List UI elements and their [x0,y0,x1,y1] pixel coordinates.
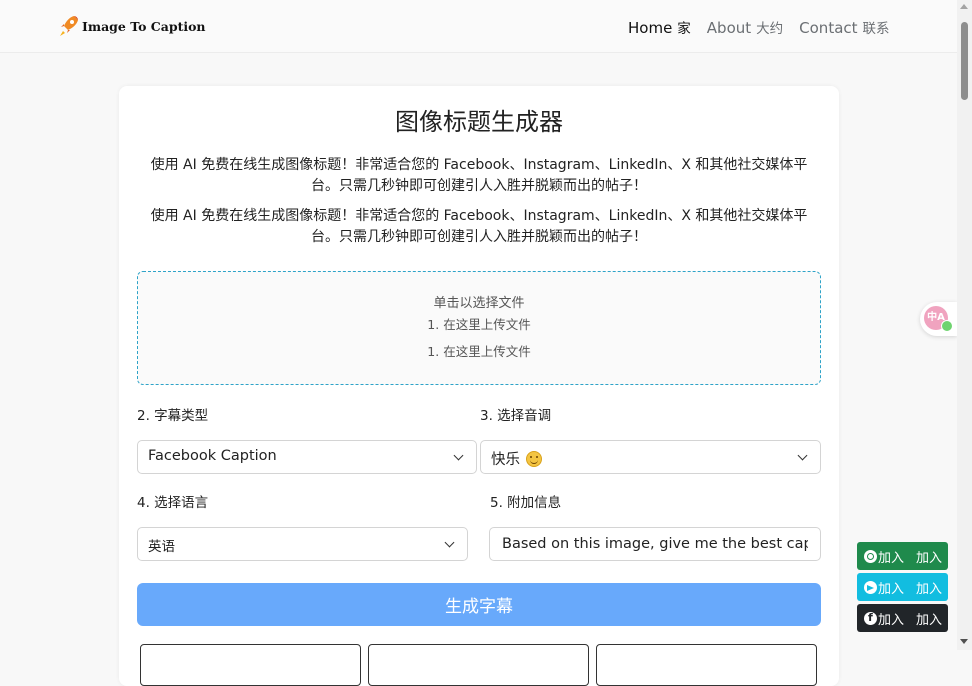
nav-about-cn: 大约 [756,21,784,37]
page-scrollbar[interactable] [957,0,972,650]
join-telegram-button[interactable]: 加入 加入 [857,573,948,601]
nav-about[interactable]: About 大约 [707,17,783,37]
facebook-icon [864,611,877,625]
language-value: 英语 [148,539,175,555]
chevron-down-icon [444,537,455,548]
upload-hint: 1. 在这里上传文件 [427,317,531,332]
brand-name: Image To Caption [82,18,206,34]
join-telegram-label-2: 加入 [916,581,943,597]
upload-prompt: 单击以选择文件 [433,296,525,311]
generate-caption-button[interactable]: 生成字幕 [137,583,821,626]
join-whatsapp-button[interactable]: 加入 加入 [857,542,948,570]
nav-home-cn: 家 [677,21,691,37]
check-badge-icon [941,320,953,332]
description-primary: 使用 AI 免费在线生成图像标题！非常适合您的 Facebook、Instagr… [150,157,808,194]
chevron-down-icon [797,450,808,461]
language-label: 4. 选择语言 [137,495,209,511]
join-whatsapp-label-2: 加入 [916,550,943,566]
smiling-face-icon [526,451,542,467]
language-select[interactable]: 英语 [137,527,468,561]
join-telegram-label: 加入 [878,581,905,597]
navbar: Image To Caption Home 家 About 大约 Contact 联系 [0,0,957,53]
brand-logo[interactable]: Image To Caption [58,14,206,38]
result-box[interactable] [368,644,589,686]
nav-home-label: Home [628,19,673,37]
nav-home[interactable]: Home 家 [628,17,691,37]
generator-card: 图像标题生成器 使用 AI 免费在线生成图像标题！非常适合您的 Facebook… [119,86,839,686]
tone-label: 3. 选择音调 [480,408,552,424]
nav-about-label: About [706,19,752,37]
whatsapp-icon [864,549,877,563]
scroll-thumb[interactable] [961,22,968,100]
caption-type-label: 2. 字幕类型 [137,408,209,424]
join-facebook-label-2: 加入 [916,612,943,628]
join-facebook-label: 加入 [878,612,905,628]
scroll-down-arrow-icon[interactable] [960,639,968,644]
join-facebook-button[interactable]: 加入 加入 [857,604,948,632]
rocket-icon [60,16,78,36]
caption-type-value: Facebook Caption [148,448,277,464]
chevron-down-icon [453,450,464,461]
translate-button[interactable]: 中A [920,302,957,336]
extra-info-input[interactable] [489,527,821,561]
description-secondary: 使用 AI 免费在线生成图像标题！非常适合您的 Facebook、Instagr… [150,208,808,245]
nav-contact[interactable]: Contact 联系 [799,17,889,37]
scroll-up-arrow-icon[interactable] [960,4,968,9]
upload-hint-repeat: 1. 在这里上传文件 [427,344,531,359]
page-title: 图像标题生成器 [395,108,563,136]
caption-type-select[interactable]: Facebook Caption [137,440,477,474]
join-whatsapp-label: 加入 [878,550,905,566]
tone-value: 快乐 [491,452,520,468]
result-box[interactable] [140,644,361,686]
extra-info-label: 5. 附加信息 [490,495,562,511]
upload-dropzone[interactable]: 单击以选择文件 1. 在这里上传文件 1. 在这里上传文件 [137,271,821,385]
nav-contact-cn: 联系 [862,21,890,37]
tone-select[interactable]: 快乐 [480,440,821,474]
telegram-icon [864,580,877,594]
nav-contact-label: Contact [799,19,858,37]
result-box[interactable] [596,644,817,686]
main-nav: Home 家 About 大约 Contact 联系 [628,17,906,37]
